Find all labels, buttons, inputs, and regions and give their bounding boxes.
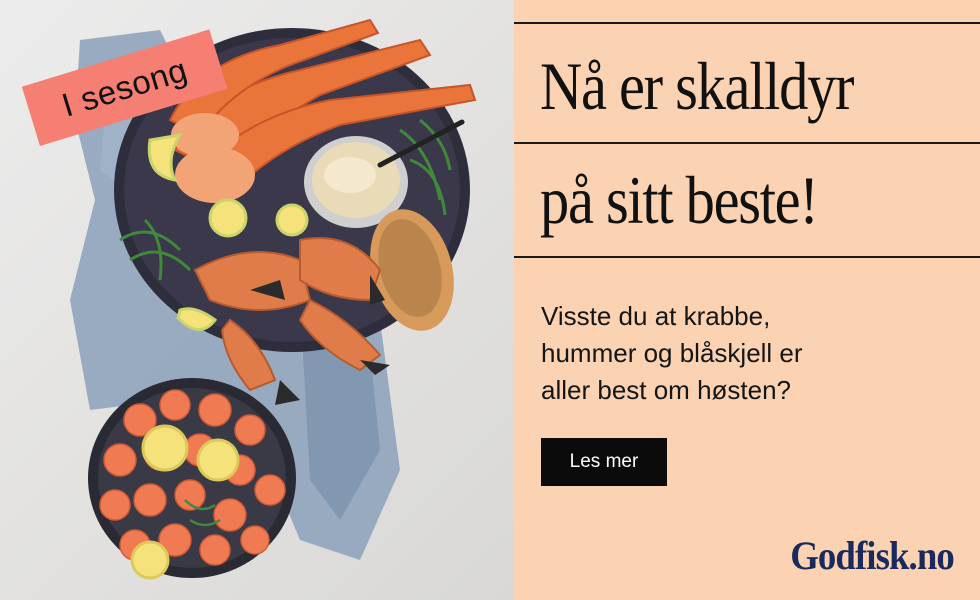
seafood-ad-banner[interactable]: I sesong Nå er skalldyr på sitt beste! V… (0, 0, 980, 600)
seafood-photo: I sesong (0, 0, 514, 600)
body-line-3: aller best om høsten? (541, 375, 792, 405)
headline-line-2: på sitt beste! (540, 162, 819, 238)
divider-middle (514, 142, 980, 144)
headline-line-1: Nå er skalldyr (540, 48, 855, 124)
divider-top (514, 22, 980, 24)
brand-logo[interactable]: Godfisk.no (790, 532, 955, 579)
body-line-2: hummer og blåskjell er (541, 338, 803, 368)
body-text: Visste du at krabbe, hummer og blåskjell… (541, 298, 961, 409)
text-panel: Nå er skalldyr på sitt beste! Visste du … (514, 0, 980, 600)
read-more-button[interactable]: Les mer (541, 438, 667, 486)
divider-bottom (514, 256, 980, 258)
body-line-1: Visste du at krabbe, (541, 301, 771, 331)
